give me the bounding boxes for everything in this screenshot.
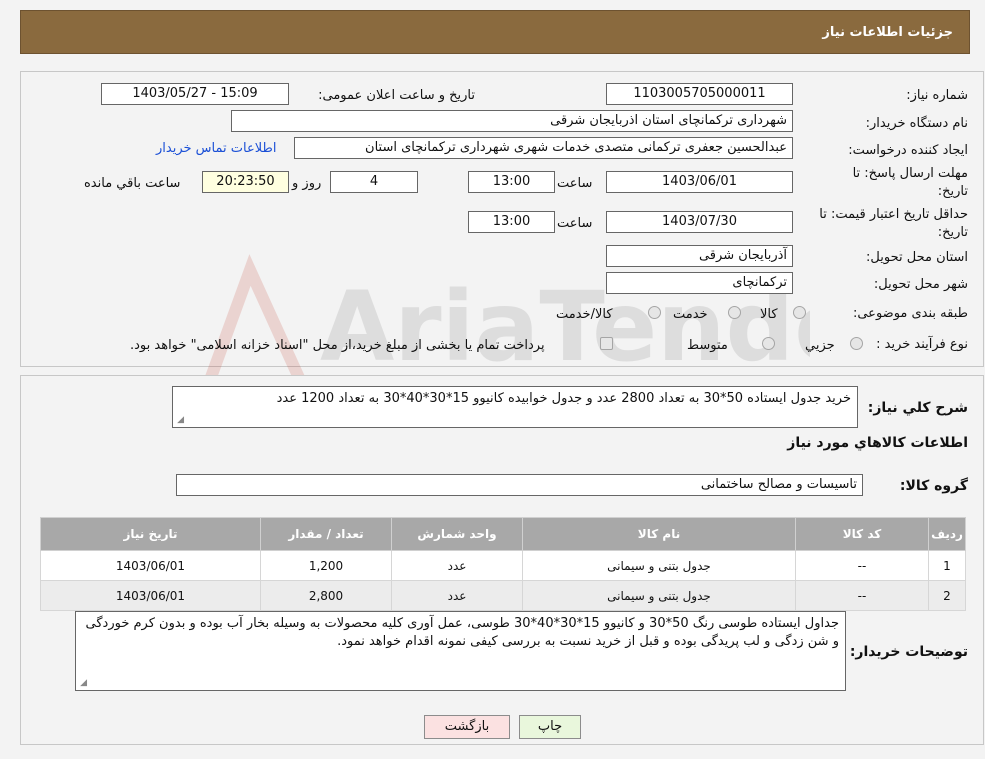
goods-info-title: اطلاعات کالاهاي مورد نیاز [787,435,968,451]
cell-row-number: 2 [928,580,966,611]
category-radio-goods[interactable] [793,306,806,319]
summary-text: خرید جدول ایستاده 50*30 به تعداد 2800 عد… [276,391,851,406]
city-field: ترکمانچای [606,272,793,294]
cell-item-code: -- [795,580,929,611]
col-quantity: تعداد / مقدار [260,517,392,551]
process-radio-medium[interactable] [762,337,775,350]
cell-need-date: 1403/06/01 [40,550,261,581]
table-row: 2 -- جدول بتنی و سیمانی عدد 2,800 1403/0… [40,580,966,611]
process-label: نوع فرآیند خرید : [876,337,968,352]
goods-group-label: گروه کالا: [899,478,968,494]
col-unit: واحد شمارش [391,517,523,551]
days-label: روز و [292,176,322,191]
table-row: 1 -- جدول بتنی و سیمانی عدد 1,200 1403/0… [40,550,966,581]
col-need-date: تاریخ نیاز [40,517,261,551]
category-option-goods: کالا [760,307,778,322]
summary-label: شرح کلي نیاز: [867,400,968,416]
city-label: شهر محل تحویل: [873,277,968,292]
buyer-org-label: نام دستگاه خریدار: [865,116,968,131]
col-item-name: نام کالا [522,517,796,551]
cell-row-number: 1 [928,550,966,581]
category-radio-service[interactable] [728,306,741,319]
province-field: آذربایجان شرقی [606,245,793,267]
process-radio-minor[interactable] [850,337,863,350]
category-label: طبقه بندی موضوعی: [852,306,968,321]
col-item-code: کد کالا [795,517,929,551]
cell-item-name: جدول بتنی و سیمانی [522,550,796,581]
process-option-minor: جزیي [805,338,835,353]
category-option-service: خدمت [673,307,708,322]
buyer-notes-text: جداول ایستاده طوسی رنگ 50*30 و کانیوو 15… [85,616,839,649]
cell-unit: عدد [391,580,523,611]
col-row-number: ردیف [928,517,966,551]
category-radio-both[interactable] [648,306,661,319]
process-note: پرداخت تمام یا بخشی از مبلغ خرید،از محل … [130,338,545,353]
cell-quantity: 1,200 [260,550,392,581]
need-number-field: 1103005705000011 [606,83,793,105]
resize-grip-icon[interactable]: ◢ [175,416,184,425]
buyer-contact-link[interactable]: اطلاعات تماس خریدار [156,141,276,156]
deadline-time-field: 13:00 [468,171,555,193]
validity-time-label: ساعت [557,216,593,231]
announce-field: 1403/05/27 - 15:09 [101,83,289,105]
need-number-label: شماره نیاز: [906,88,968,103]
items-table: ردیف کد کالا نام کالا واحد شمارش تعداد /… [40,517,966,611]
deadline-time-label: ساعت [557,176,593,191]
creator-field: عبدالحسین جعفری ترکمانی متصدی خدمات شهری… [294,137,793,159]
cell-item-code: -- [795,550,929,581]
remaining-label: ساعت باقي مانده [84,176,181,191]
cell-quantity: 2,800 [260,580,392,611]
deadline-label-date: تاریخ: [937,184,968,199]
category-option-both: کالا/خدمت [556,307,613,322]
page-header: جزئیات اطلاعات نیاز [20,10,970,54]
print-button[interactable]: چاپ [519,715,581,739]
goods-group-field: تاسیسات و مصالح ساختمانی [176,474,863,496]
cell-need-date: 1403/06/01 [40,580,261,611]
process-option-medium: متوسط [687,338,728,353]
remaining-time-field: 20:23:50 [202,171,289,193]
announce-label: تاریخ و ساعت اعلان عمومی: [318,88,475,103]
deadline-label: مهلت ارسال پاسخ: تا [852,166,968,181]
buyer-notes-field: جداول ایستاده طوسی رنگ 50*30 و کانیوو 15… [75,611,846,691]
buyer-org-field: شهرداری ترکمانچای استان اذربایجان شرقی [231,110,793,132]
summary-field: خرید جدول ایستاده 50*30 به تعداد 2800 عد… [172,386,858,428]
validity-time-field: 13:00 [468,211,555,233]
validity-date-field: 1403/07/30 [606,211,793,233]
cell-unit: عدد [391,550,523,581]
buyer-notes-label: توضیحات خریدار: [849,644,968,660]
items-table-header: ردیف کد کالا نام کالا واحد شمارش تعداد /… [40,517,966,551]
deadline-date-field: 1403/06/01 [606,171,793,193]
process-checkbox-treasury[interactable] [600,337,613,350]
validity-label: حداقل تاریخ اعتبار قیمت: تا [819,207,968,222]
validity-label-date: تاریخ: [937,225,968,240]
days-field: 4 [330,171,418,193]
page-title: جزئیات اطلاعات نیاز [822,25,953,40]
resize-grip-icon[interactable]: ◢ [78,679,87,688]
creator-label: ایجاد کننده درخواست: [848,143,968,158]
cell-item-name: جدول بتنی و سیمانی [522,580,796,611]
back-button[interactable]: بازگشت [424,715,510,739]
province-label: استان محل تحویل: [866,250,968,265]
